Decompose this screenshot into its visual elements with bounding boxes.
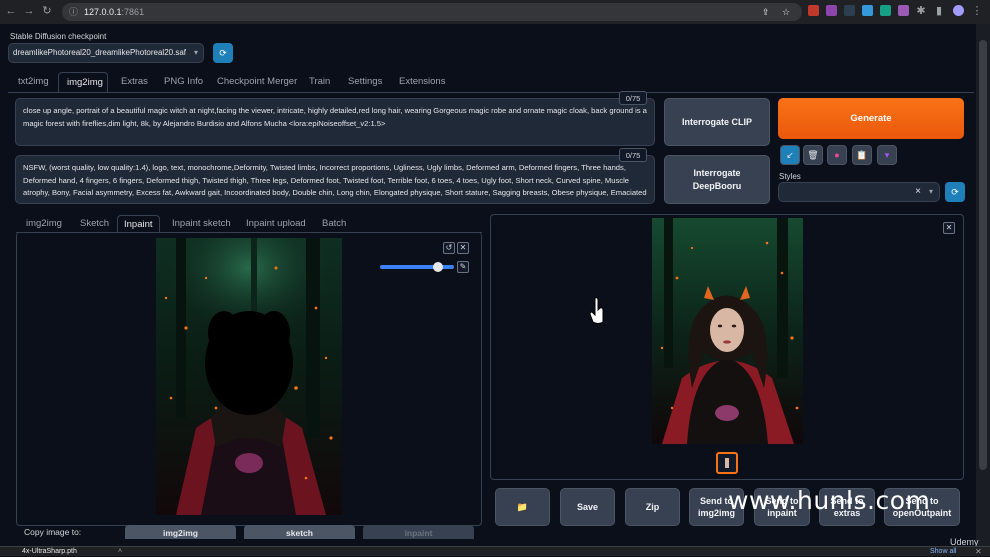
save-style-button[interactable]: ▾ — [877, 145, 897, 165]
extension-icon[interactable] — [844, 5, 855, 16]
extra-networks-button[interactable]: ● — [827, 145, 847, 165]
mouse-cursor-icon — [589, 297, 604, 324]
brush-size-slider-thumb[interactable] — [433, 262, 443, 272]
info-icon: ⓘ — [69, 7, 79, 17]
styles-label: Styles — [779, 172, 801, 181]
refresh-checkpoint-button[interactable]: ⟳ — [213, 43, 233, 63]
site-watermark: www.hunls.com — [728, 486, 931, 515]
subtab-batch[interactable]: Batch — [322, 215, 346, 233]
save-button[interactable]: Save — [560, 488, 615, 526]
zip-button[interactable]: Zip — [625, 488, 680, 526]
read-params-button[interactable]: ↙ — [780, 145, 800, 165]
extension-icon[interactable] — [862, 5, 873, 16]
subtab-inpaint-upload[interactable]: Inpaint upload — [246, 215, 306, 233]
tab-extras[interactable]: Extras — [121, 76, 148, 87]
clear-styles-icon[interactable]: × — [915, 183, 921, 201]
tab-img2img[interactable]: img2img — [58, 72, 108, 93]
inpaint-canvas-image[interactable] — [156, 238, 342, 515]
extension-icon[interactable] — [826, 5, 837, 16]
refresh-icon: ⟳ — [951, 187, 959, 197]
generate-button[interactable]: Generate — [778, 98, 964, 139]
thumbnail-image — [725, 458, 729, 468]
tab-checkpoint-merger[interactable]: Checkpoint Merger — [217, 76, 297, 87]
bookmark-star-icon[interactable]: ☆ — [782, 3, 790, 21]
tab-extensions[interactable]: Extensions — [399, 76, 445, 87]
share-icon[interactable]: ⇪ — [762, 3, 770, 21]
close-gallery-icon[interactable]: ✕ — [943, 222, 955, 234]
open-folder-button[interactable]: 📁 — [495, 488, 550, 526]
checkpoint-label: Stable Diffusion checkpoint — [10, 32, 107, 41]
extension-icon[interactable] — [808, 5, 819, 16]
interrogate-deepbooru-button[interactable]: Interrogate DeepBooru — [664, 155, 770, 204]
copy-image-label: Copy image to: — [24, 527, 82, 537]
trash-icon: 🗑 — [807, 150, 819, 160]
tab-settings[interactable]: Settings — [348, 76, 382, 87]
undo-icon[interactable]: ↺ — [443, 242, 455, 254]
card-icon: ● — [834, 150, 840, 160]
browser-toolbar: ← → ↻ ⓘ 127.0.0.1:7861 ⇪ ☆ ✱ ▮ ⋮ — [0, 0, 990, 24]
menu-dots-icon[interactable]: ⋮ — [970, 4, 984, 18]
avatar[interactable] — [953, 5, 964, 16]
chevron-down-icon: ▾ — [193, 48, 198, 57]
address-bar[interactable]: ⓘ 127.0.0.1:7861 ⇪ ☆ — [62, 3, 802, 21]
subtab-inpaint[interactable]: Inpaint — [117, 215, 160, 233]
clipboard-icon: 📋 — [856, 150, 868, 160]
trash-button[interactable]: 🗑 — [803, 145, 823, 165]
save-style-icon: ▾ — [884, 150, 890, 160]
output-image[interactable] — [652, 218, 803, 444]
checkpoint-select[interactable]: dreamlikePhotoreal20_dreamlikePhotoreal2… — [8, 43, 204, 63]
negative-prompt-token-counter: 0/75 — [619, 148, 647, 162]
forward-icon[interactable]: → — [22, 4, 36, 18]
folder-icon: 📁 — [516, 502, 529, 512]
brush-icon[interactable]: ✎ — [457, 261, 469, 273]
styles-select[interactable]: × ▾ — [778, 182, 940, 202]
subtab-sketch[interactable]: Sketch — [80, 215, 109, 233]
copy-to-sketch-button[interactable]: sketch — [244, 525, 355, 539]
apply-style-button[interactable]: 📋 — [852, 145, 872, 165]
checkpoint-value: dreamlikePhotoreal20_dreamlikePhotoreal2… — [13, 48, 186, 57]
url-port: :7861 — [121, 7, 145, 17]
refresh-styles-button[interactable]: ⟳ — [945, 182, 965, 202]
interrogate-clip-button[interactable]: Interrogate CLIP — [664, 98, 770, 146]
subtab-inpaint-sketch[interactable]: Inpaint sketch — [172, 215, 231, 233]
back-icon[interactable]: ← — [4, 4, 18, 18]
sidepanel-icon[interactable]: ▮ — [932, 4, 946, 18]
download-bar: 4x-UltraSharp.pth ˄ Show all ✕ — [0, 546, 990, 556]
chevron-down-icon: ▾ — [928, 187, 933, 196]
tab-txt2img[interactable]: txt2img — [18, 76, 49, 92]
copy-to-img2img-button[interactable]: img2img — [125, 525, 236, 539]
reload-icon[interactable]: ↻ — [40, 4, 54, 18]
scrollbar-thumb[interactable] — [979, 40, 987, 470]
extension-icon[interactable] — [880, 5, 891, 16]
gallery-thumbnail[interactable] — [716, 452, 738, 474]
tab-divider — [8, 92, 974, 93]
copy-to-inpaint-button[interactable]: inpaint — [363, 525, 474, 539]
tab-png-info[interactable]: PNG Info — [164, 76, 203, 87]
prompt-textarea[interactable]: close up angle, portrait of a beautiful … — [15, 98, 655, 146]
negative-prompt-textarea[interactable]: NSFW, (worst quality, low quality:1.4), … — [15, 155, 655, 204]
clear-canvas-icon[interactable]: ✕ — [457, 242, 469, 254]
tab-train[interactable]: Train — [309, 76, 330, 87]
url-host: 127.0.0.1 — [84, 7, 122, 17]
extension-icon[interactable] — [898, 5, 909, 16]
refresh-icon: ⟳ — [219, 48, 227, 58]
prompt-token-counter: 0/75 — [619, 91, 647, 105]
subtab-img2img[interactable]: img2img — [26, 215, 62, 233]
puzzle-icon[interactable]: ✱ — [914, 4, 928, 18]
arrow-icon: ↙ — [786, 150, 794, 160]
